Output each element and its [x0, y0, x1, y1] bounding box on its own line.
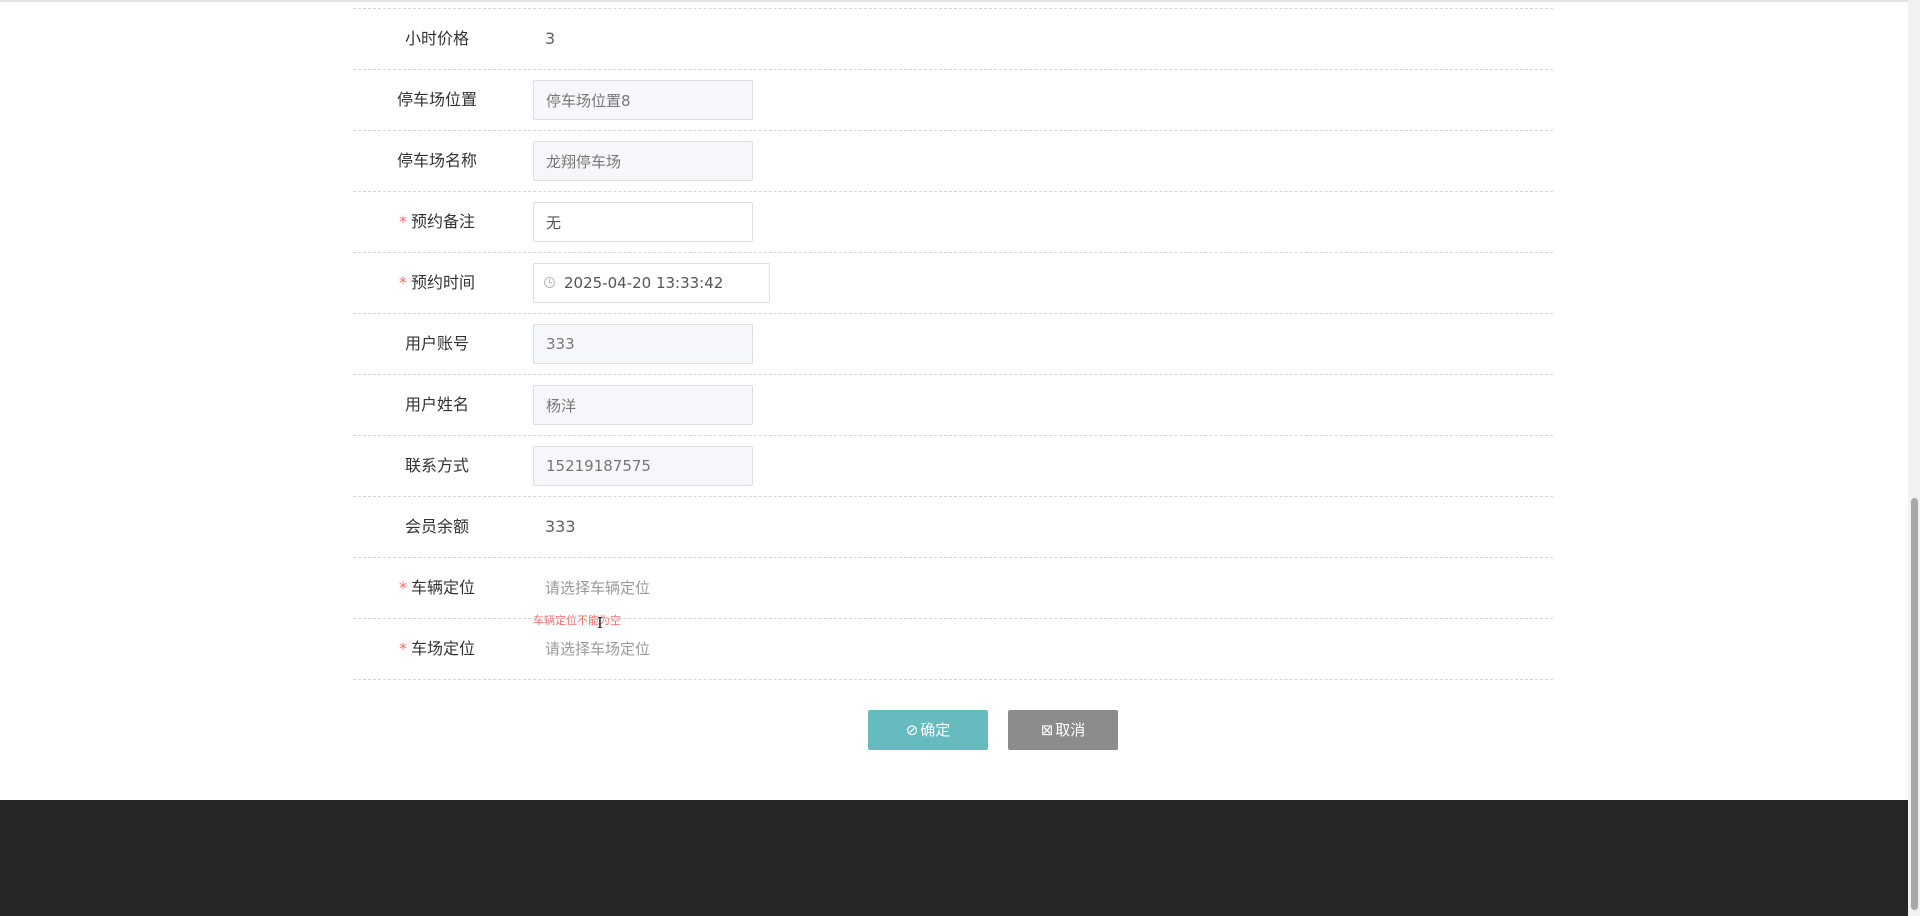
confirm-button[interactable]: ⊘ 确定 — [868, 710, 988, 750]
parking-name-label: 停车场名称 — [396, 151, 477, 170]
required-mark: * — [398, 212, 407, 231]
form-row-booking-time: * 预约时间 — [353, 252, 1553, 313]
hourly-price-label: 小时价格 — [404, 29, 469, 48]
vehicle-location-label: * 车辆定位 — [398, 578, 475, 597]
text-cursor-icon: I — [597, 614, 603, 632]
form-row-user-name: 用户姓名 — [353, 374, 1553, 435]
clock-icon — [544, 277, 555, 288]
form-row-lot-location: * 车场定位 请选择车场定位 — [353, 618, 1553, 680]
parking-name-input[interactable] — [533, 141, 753, 181]
booking-note-input[interactable] — [533, 202, 753, 242]
form-row-parking-name: 停车场名称 — [353, 130, 1553, 191]
scrollbar-thumb[interactable] — [1911, 498, 1918, 910]
required-mark: * — [398, 273, 407, 292]
vertical-scrollbar[interactable] — [1908, 0, 1920, 916]
user-name-label: 用户姓名 — [404, 395, 469, 414]
close-square-icon: ⊠ — [1040, 721, 1054, 739]
check-circle-icon: ⊘ — [905, 721, 919, 739]
contact-label: 联系方式 — [404, 456, 469, 475]
hourly-price-value: 3 — [545, 29, 556, 48]
vehicle-location-select[interactable]: 请选择车辆定位 — [533, 568, 833, 608]
form-row-booking-note: * 预约备注 — [353, 191, 1553, 252]
contact-input[interactable] — [533, 446, 753, 486]
form-row-vehicle-location: * 车辆定位 请选择车辆定位 车辆定位不能为空 — [353, 557, 1553, 627]
top-divider — [0, 0, 1908, 2]
booking-time-picker[interactable] — [533, 263, 770, 303]
lot-location-select[interactable]: 请选择车场定位 — [533, 629, 833, 669]
booking-note-label: * 预约备注 — [398, 212, 475, 231]
user-account-label: 用户账号 — [404, 334, 469, 353]
form-row-user-account: 用户账号 — [353, 313, 1553, 374]
required-mark: * — [398, 639, 407, 658]
lot-location-label: * 车场定位 — [398, 639, 475, 658]
parking-location-input[interactable] — [533, 80, 753, 120]
booking-edit-form: 小时价格 3 停车场位置 停车场名称 *预约备注 *预约时间 用户账号 用户姓名… — [353, 8, 1553, 680]
form-row-hourly-price: 小时价格 3 — [353, 8, 1553, 69]
member-balance-label: 会员余额 — [404, 517, 469, 536]
form-row-member-balance: 会员余额 333 — [353, 496, 1553, 557]
form-row-contact: 联系方式 — [353, 435, 1553, 496]
page-footer — [0, 800, 1908, 916]
member-balance-value: 333 — [545, 517, 576, 536]
cancel-button[interactable]: ⊠ 取消 — [1008, 710, 1118, 750]
required-mark: * — [398, 578, 407, 597]
parking-location-label: 停车场位置 — [396, 90, 477, 109]
booking-time-label: * 预约时间 — [398, 273, 475, 292]
user-account-input[interactable] — [533, 324, 753, 364]
confirm-button-label: 确定 — [920, 721, 951, 739]
cancel-button-label: 取消 — [1055, 721, 1086, 739]
form-row-parking-location: 停车场位置 — [353, 69, 1553, 130]
user-name-input[interactable] — [533, 385, 753, 425]
